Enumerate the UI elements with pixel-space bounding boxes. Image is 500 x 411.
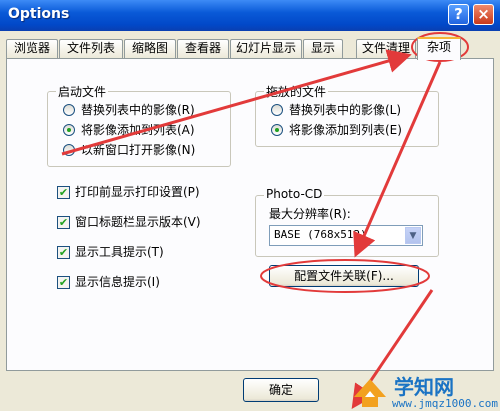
- drag-group-title: 拖放的文件: [264, 83, 329, 100]
- tab-viewer[interactable]: 查看器: [177, 39, 229, 58]
- tab-file-list[interactable]: 文件列表: [59, 39, 123, 58]
- title-bar: Options ? ×: [0, 0, 500, 31]
- chevron-down-icon[interactable]: ▼: [405, 227, 421, 244]
- radio-drag-add[interactable]: [271, 124, 283, 136]
- radio-add[interactable]: [63, 124, 75, 136]
- tab-file-cleanup[interactable]: 文件清理: [356, 39, 416, 58]
- tab-strip: 浏览器 文件列表 缩略图 查看器 幻灯片显示 显示 文件清理 杂项: [6, 37, 496, 60]
- checkbox-print[interactable]: ✔: [57, 186, 70, 199]
- watermark-logo: 学知网 www.jmqz1000.com: [348, 371, 498, 411]
- tab-browser[interactable]: 浏览器: [6, 39, 58, 58]
- resolution-select[interactable]: BASE (768x512) ▼: [269, 225, 423, 246]
- help-button[interactable]: ?: [448, 4, 469, 25]
- resolution-label: 最大分辨率(R):: [269, 207, 351, 221]
- tab-slideshow[interactable]: 幻灯片显示: [230, 39, 302, 58]
- checkbox-info[interactable]: ✔: [57, 276, 70, 289]
- resolution-value: BASE (768x512): [274, 228, 367, 241]
- logo-icon: [354, 379, 386, 407]
- tab-thumbnails[interactable]: 缩略图: [124, 39, 176, 58]
- tab-panel: 启动文件 替换列表中的影像(R) 将影像添加到列表(A) 以新窗口打开影像(N)…: [6, 58, 494, 371]
- watermark-text: 学知网: [394, 375, 454, 399]
- radio-replace[interactable]: [63, 104, 75, 116]
- checkbox-version[interactable]: ✔: [57, 216, 70, 229]
- startup-group-title: 启动文件: [56, 83, 109, 100]
- close-button[interactable]: ×: [473, 4, 494, 25]
- window-title: Options: [8, 6, 70, 22]
- configure-file-association-button[interactable]: 配置文件关联(F)...: [269, 265, 419, 287]
- watermark-url: www.jmqz1000.com: [392, 397, 498, 410]
- tab-display[interactable]: 显示: [303, 39, 343, 58]
- photocd-group-title: Photo-CD: [264, 187, 325, 201]
- checkbox-tooltips[interactable]: ✔: [57, 246, 70, 259]
- ok-button[interactable]: 确定: [243, 378, 319, 402]
- radio-new-window[interactable]: [63, 144, 75, 156]
- drag-group: 拖放的文件: [255, 83, 439, 147]
- radio-drag-replace[interactable]: [271, 104, 283, 116]
- tab-misc[interactable]: 杂项: [417, 37, 461, 60]
